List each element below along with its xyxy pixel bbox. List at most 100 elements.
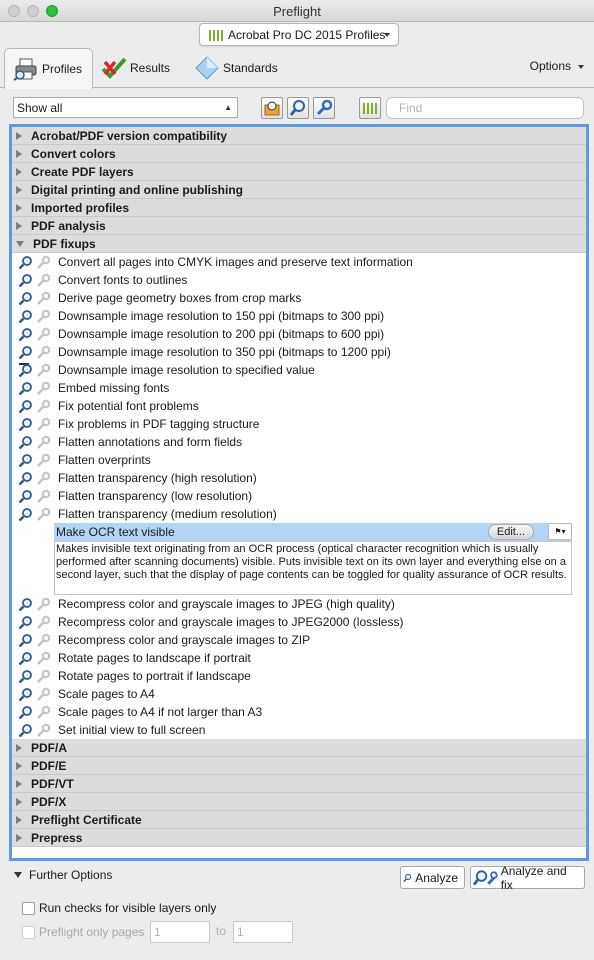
magnifier-icon[interactable] <box>17 704 33 720</box>
edit-button[interactable]: Edit... <box>487 524 534 540</box>
disclosure-triangle-icon[interactable] <box>16 815 22 824</box>
magnifier-icon[interactable] <box>17 686 33 702</box>
wrench-icon[interactable] <box>35 596 51 612</box>
group-row[interactable]: Convert colors <box>12 145 586 163</box>
checkbox-box[interactable] <box>22 901 35 915</box>
fixup-item[interactable]: Set initial view to full screen <box>12 721 586 739</box>
profile-library-dropdown[interactable]: Acrobat Pro DC 2015 Profiles <box>199 23 399 46</box>
fixup-item[interactable]: Flatten transparency (low resolution) <box>12 487 586 505</box>
wrench-icon[interactable] <box>35 308 51 324</box>
fixup-item[interactable]: Recompress color and grayscale images to… <box>12 595 586 613</box>
magnifier-icon[interactable] <box>17 506 33 522</box>
fixup-item[interactable]: Flatten transparency (medium resolution) <box>12 505 586 523</box>
fixup-item-selected[interactable]: Make OCR text visible Edit... ⚑▾ <box>12 523 586 541</box>
fixup-item[interactable]: Derive page geometry boxes from crop mar… <box>12 289 586 307</box>
disclosure-triangle-icon[interactable] <box>16 221 22 230</box>
magnifier-icon[interactable] <box>17 272 33 288</box>
disclosure-triangle-icon[interactable] <box>16 743 22 752</box>
wrench-icon[interactable] <box>35 452 51 468</box>
fixup-item[interactable]: Downsample image resolution to specified… <box>12 361 586 379</box>
page-to-field[interactable]: 1 <box>233 921 293 943</box>
magnifier-icon[interactable] <box>17 668 33 684</box>
fixup-item[interactable]: Rotate pages to portrait if landscape <box>12 667 586 685</box>
group-row[interactable]: Prepress <box>12 829 586 847</box>
group-row[interactable]: Preflight Certificate <box>12 811 586 829</box>
magnifier-icon[interactable] <box>17 722 33 738</box>
wrench-icon[interactable] <box>35 524 51 540</box>
magnifier-icon[interactable] <box>17 470 33 486</box>
fixup-item[interactable]: Flatten transparency (high resolution) <box>12 469 586 487</box>
wrench-icon[interactable] <box>35 686 51 702</box>
magnifier-icon[interactable] <box>17 344 33 360</box>
magnifier-icon[interactable] <box>17 632 33 648</box>
wrench-icon[interactable] <box>35 254 51 270</box>
fixup-item[interactable]: Downsample image resolution to 200 ppi (… <box>12 325 586 343</box>
group-row[interactable]: Digital printing and online publishing <box>12 181 586 199</box>
fixup-item[interactable]: Flatten annotations and form fields <box>12 433 586 451</box>
magnifier-icon[interactable] <box>17 290 33 306</box>
tab-standards[interactable]: Standards <box>194 48 278 88</box>
fixup-item[interactable]: Fix problems in PDF tagging structure <box>12 415 586 433</box>
tab-profiles[interactable]: Profiles <box>4 48 93 89</box>
wrench-icon[interactable] <box>35 650 51 666</box>
wrench-icon[interactable] <box>35 398 51 414</box>
wrench-icon[interactable] <box>35 470 51 486</box>
wrench-icon[interactable] <box>35 488 51 504</box>
group-row[interactable]: PDF/X <box>12 793 586 811</box>
disclosure-triangle-icon[interactable] <box>16 203 22 212</box>
disclosure-triangle-icon[interactable] <box>16 761 22 770</box>
filter-dropdown[interactable]: Show all ▲ <box>13 97 238 118</box>
fixup-item[interactable]: Downsample image resolution to 150 ppi (… <box>12 307 586 325</box>
disclosure-triangle-icon[interactable] <box>16 797 22 806</box>
wrench-icon[interactable] <box>35 344 51 360</box>
magnifier-icon[interactable] <box>17 596 33 612</box>
fixup-item[interactable]: Rotate pages to landscape if portrait <box>12 649 586 667</box>
wrench-icon[interactable] <box>35 416 51 432</box>
magnifier-icon[interactable] <box>17 614 33 630</box>
disclosure-triangle-icon[interactable] <box>16 240 24 247</box>
magnifier-icon[interactable] <box>17 398 33 414</box>
magnifier-icon[interactable] <box>17 434 33 450</box>
wrench-icon[interactable] <box>35 380 51 396</box>
search-input[interactable] <box>386 97 584 119</box>
analyze-button[interactable]: Analyze <box>400 866 465 889</box>
wrench-icon[interactable] <box>35 704 51 720</box>
magnifier-icon[interactable] <box>17 452 33 468</box>
disclosure-triangle-icon[interactable] <box>14 872 22 878</box>
disclosure-triangle-icon[interactable] <box>16 779 22 788</box>
fixup-item[interactable]: Convert all pages into CMYK images and p… <box>12 253 586 271</box>
magnifier-icon[interactable] <box>17 326 33 342</box>
magnifier-icon[interactable] <box>17 308 33 324</box>
group-pdf-fixups[interactable]: PDF fixups <box>12 235 586 253</box>
wrench-icon[interactable] <box>35 290 51 306</box>
wrench-icon[interactable] <box>35 362 51 378</box>
group-row[interactable]: PDF/E <box>12 757 586 775</box>
visible-layers-checkbox[interactable]: Run checks for visible layers only <box>22 901 216 915</box>
fixup-item[interactable]: Embed missing fonts <box>12 379 586 397</box>
further-options-toggle[interactable]: Further Options <box>14 868 112 882</box>
fixup-item[interactable]: Recompress color and grayscale images to… <box>12 613 586 631</box>
group-row[interactable]: Imported profiles <box>12 199 586 217</box>
fixup-item[interactable]: Convert fonts to outlines <box>12 271 586 289</box>
wrench-icon[interactable] <box>35 434 51 450</box>
checkbox-box[interactable] <box>22 925 35 939</box>
wrench-icon[interactable] <box>35 614 51 630</box>
select-profiles-button[interactable] <box>261 97 283 119</box>
disclosure-triangle-icon[interactable] <box>16 149 22 158</box>
group-row[interactable]: PDF analysis <box>12 217 586 235</box>
wrench-icon[interactable] <box>35 272 51 288</box>
magnifier-icon[interactable] <box>17 524 33 540</box>
group-row[interactable]: PDF/A <box>12 739 586 757</box>
analyze-and-fix-button[interactable]: Analyze and fix <box>470 864 585 892</box>
disclosure-triangle-icon[interactable] <box>16 167 22 176</box>
fixup-item[interactable]: Recompress color and grayscale images to… <box>12 631 586 649</box>
show-fixups-button[interactable] <box>313 97 335 119</box>
disclosure-triangle-icon[interactable] <box>16 131 22 140</box>
preflight-pages-checkbox[interactable]: Preflight only pages <box>22 925 144 939</box>
magnifier-icon[interactable] <box>17 380 33 396</box>
fixup-item[interactable]: Flatten overprints <box>12 451 586 469</box>
wrench-icon[interactable] <box>35 668 51 684</box>
wrench-icon[interactable] <box>35 722 51 738</box>
wrench-icon[interactable] <box>35 632 51 648</box>
disclosure-triangle-icon[interactable] <box>16 185 22 194</box>
